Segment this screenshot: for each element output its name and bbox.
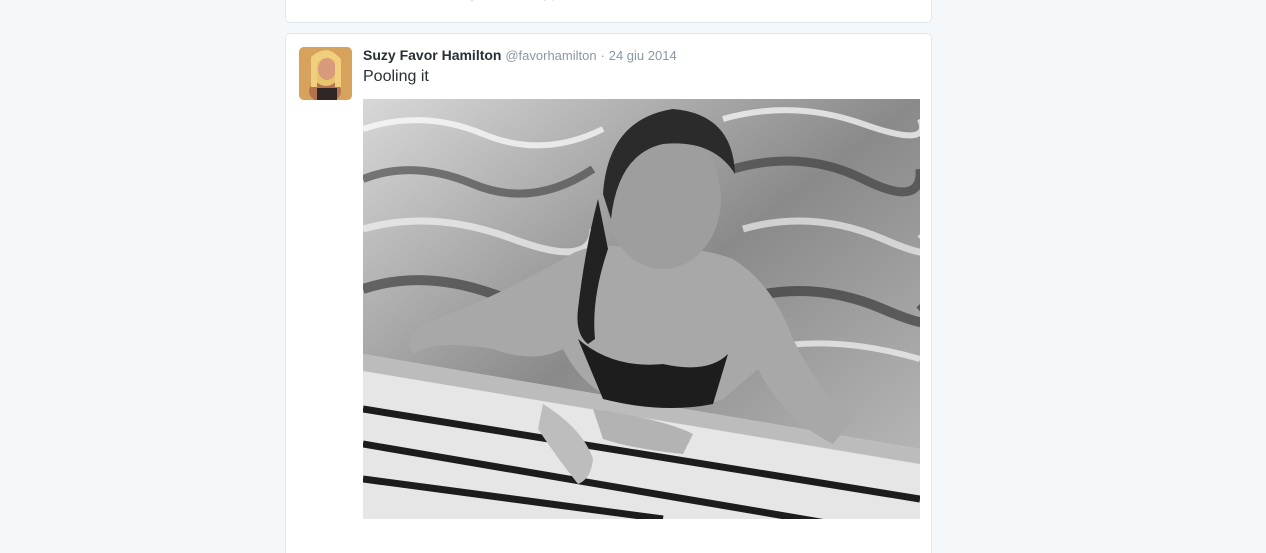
tweet-date[interactable]: 24 giu 2014 (609, 48, 677, 63)
separator: · (600, 48, 605, 63)
previous-tweet-card: 5 40 (285, 0, 932, 23)
tweet-card: Suzy Favor Hamilton @favorhamilton · 24 … (285, 33, 932, 553)
more-icon[interactable] (629, 0, 653, 1)
tweet-photo[interactable] (363, 99, 920, 519)
fullname[interactable]: Suzy Favor Hamilton (363, 47, 501, 63)
username[interactable]: @favorhamilton (505, 48, 596, 63)
reply-action[interactable] (364, 0, 384, 1)
avatar[interactable] (299, 47, 352, 100)
favorite-count: 40 (571, 0, 584, 1)
more-action[interactable] (629, 0, 653, 1)
tweet-text: Pooling it (363, 68, 429, 85)
retweet-icon[interactable] (454, 0, 476, 1)
tweet-header: Suzy Favor Hamilton @favorhamilton · 24 … (363, 46, 677, 65)
reply-icon[interactable] (364, 0, 384, 1)
favorite-action[interactable]: 40 (541, 0, 584, 1)
retweet-action[interactable]: 5 (454, 0, 497, 1)
retweet-count: 5 (490, 0, 497, 1)
star-icon[interactable] (541, 0, 557, 1)
